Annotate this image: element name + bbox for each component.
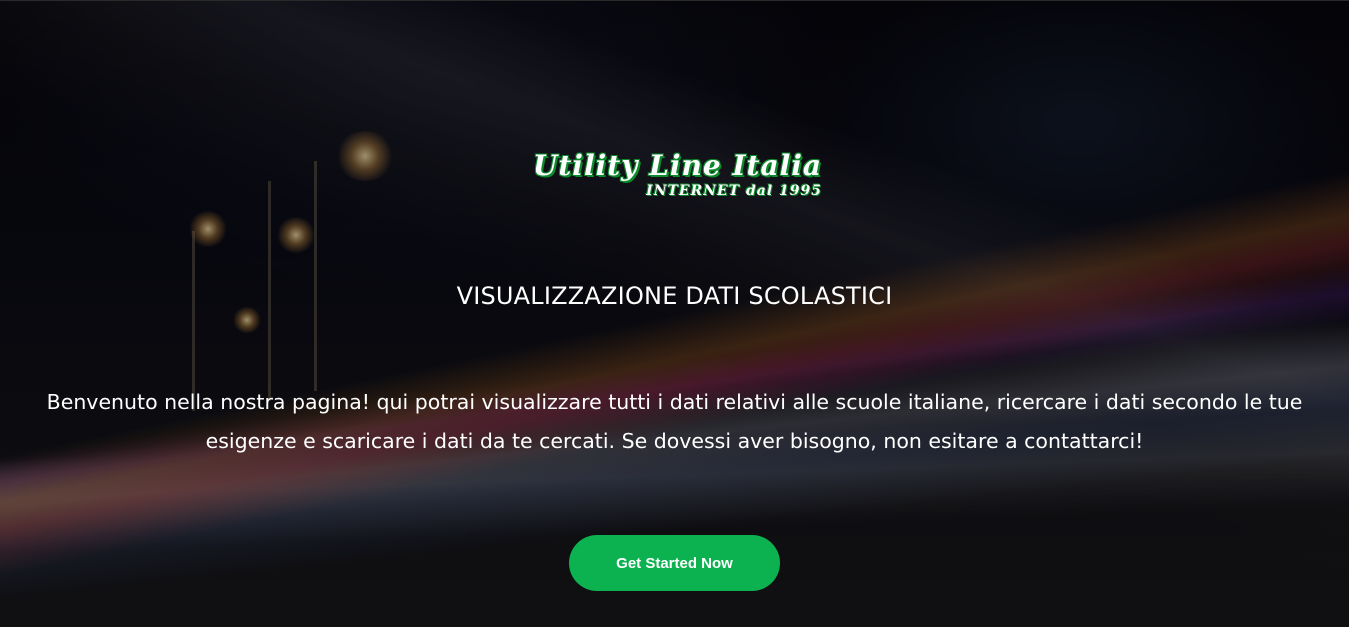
logo-title: Utility Line Italia (532, 149, 822, 182)
logo-subtitle: INTERNET dal 1995 (646, 183, 822, 199)
intro-text: Benvenuto nella nostra pagina! qui potra… (46, 390, 1303, 453)
hero-section: Utility Line Italia INTERNET dal 1995 VI… (0, 0, 1349, 627)
get-started-button[interactable]: Get Started Now (569, 535, 780, 591)
page-title: VISUALIZZAZIONE DATI SCOLASTICI (456, 282, 893, 310)
background-overlay (0, 1, 1349, 627)
brand-logo[interactable]: Utility Line Italia INTERNET dal 1995 (526, 149, 826, 209)
